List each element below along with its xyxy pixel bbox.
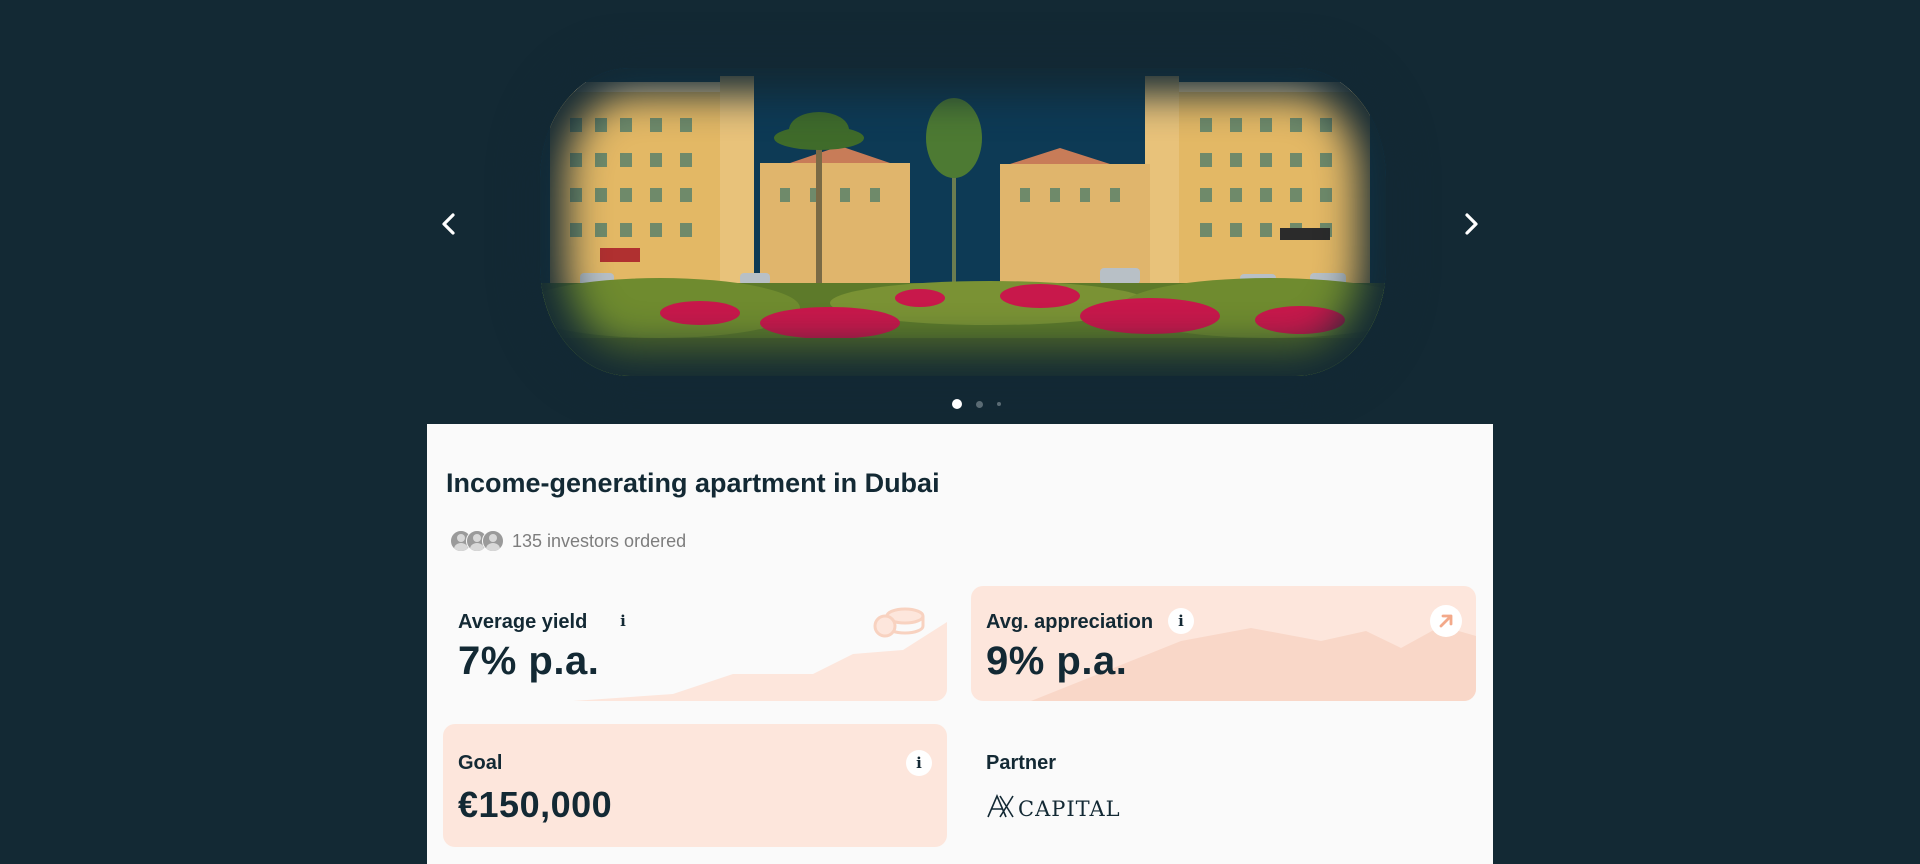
goal-tile: Goal i €150,000 [443,724,947,847]
info-icon[interactable]: i [610,608,636,634]
average-yield-tile: Average yield i 7% p.a. [443,586,947,701]
coins-icon [873,607,925,638]
arrow-up-right-icon [1430,605,1462,637]
info-icon[interactable]: i [906,750,932,776]
listing-card: Income-generating apartment in Dubai 135… [427,424,1493,864]
image-carousel [0,0,1920,424]
svg-text:CAPITAL: CAPITAL [1018,797,1121,821]
goal-label: Goal [458,752,503,774]
carousel-pagination [952,399,1001,409]
carousel-prev-button[interactable] [431,206,467,242]
carousel-dot-3[interactable] [997,402,1001,406]
avg-appreciation-tile: Avg. appreciation i 9% p.a. [971,586,1476,701]
partner-label: Partner [986,752,1057,774]
avg-appreciation-value: 9% p.a. [986,639,1128,683]
average-yield-label: Average yield [458,611,588,633]
avg-appreciation-label: Avg. appreciation [986,611,1154,633]
chevron-right-icon [1465,213,1478,235]
info-icon[interactable]: i [1168,608,1194,634]
investors-count: 135 investors ordered [512,530,687,551]
partner-logo: CAPITAL [986,792,1126,827]
carousel-dot-2[interactable] [976,400,983,408]
chevron-left-icon [442,213,455,235]
goal-value: €150,000 [458,784,613,825]
listing-title: Income-generating apartment in Dubai [446,468,940,498]
property-photo [540,68,1386,376]
carousel-dot-1[interactable] [952,399,962,409]
average-yield-value: 7% p.a. [458,639,600,683]
carousel-next-button[interactable] [1453,206,1489,242]
partner-tile: Partner CAPITAL [971,724,1476,847]
investors-summary: 135 investors ordered [450,530,686,552]
investor-avatars [450,530,504,552]
avatar [482,530,504,552]
